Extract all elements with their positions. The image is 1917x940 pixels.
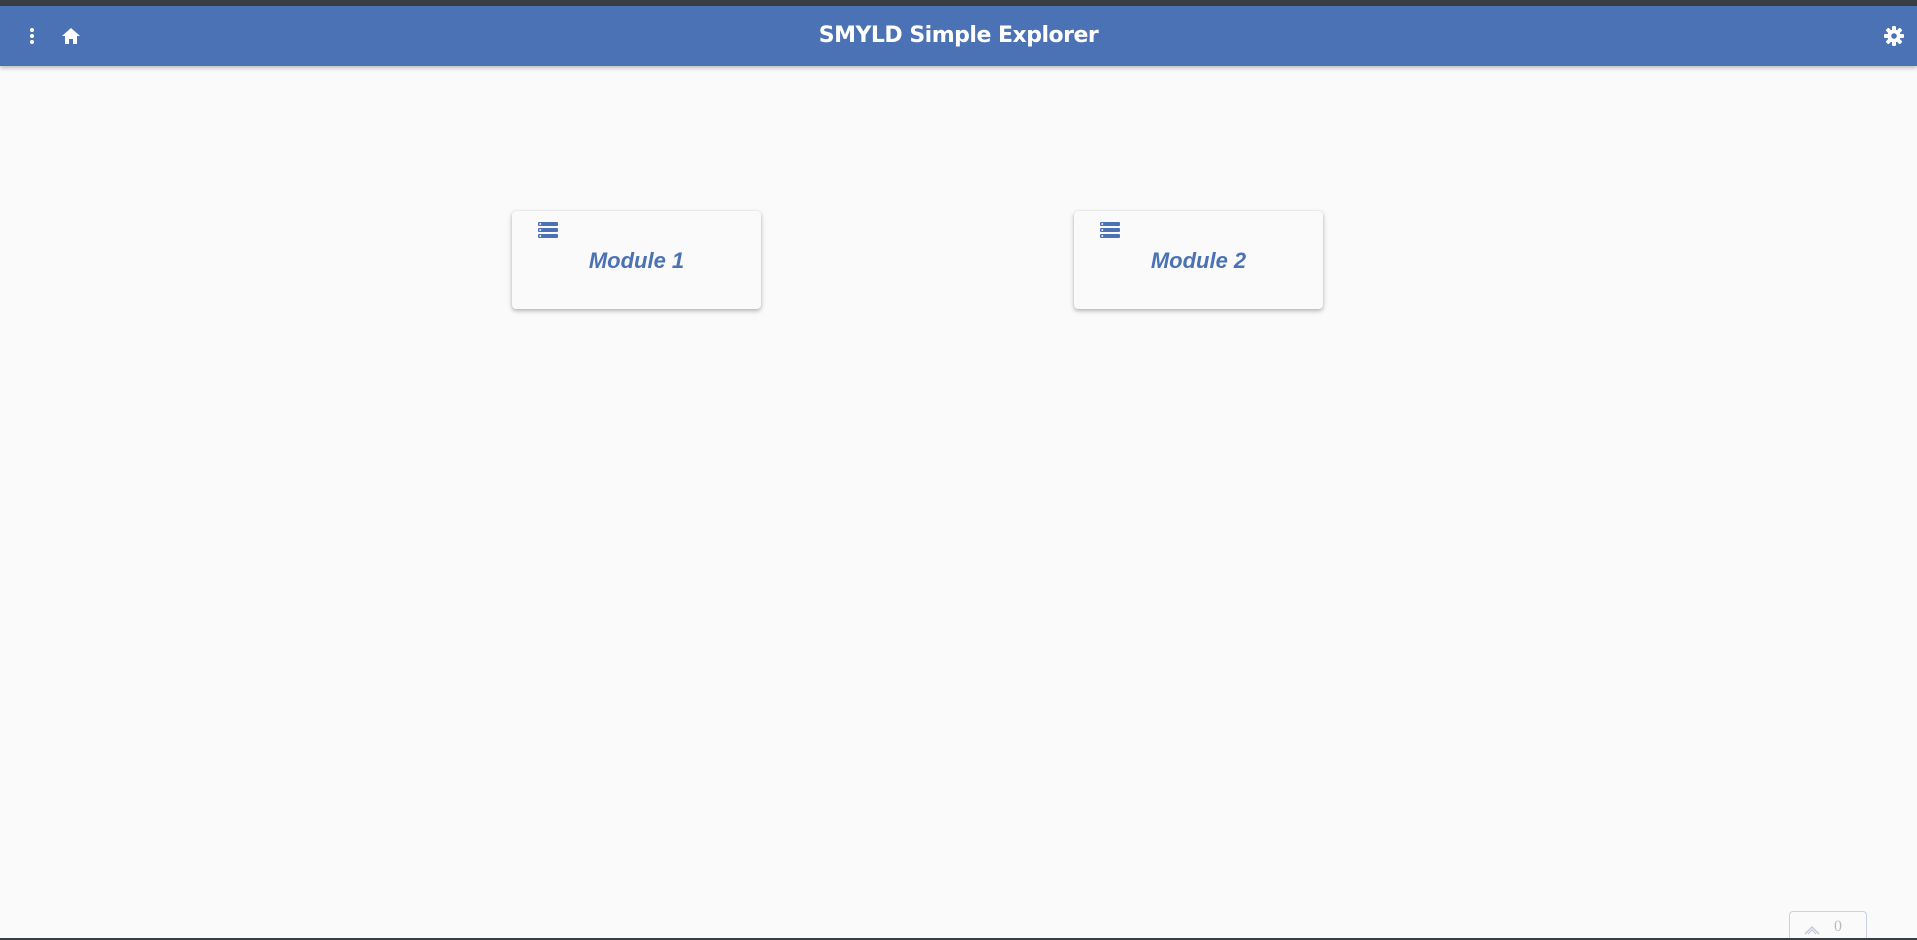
list-icon (538, 222, 558, 238)
app-header: SMYLD Simple Explorer (0, 6, 1917, 66)
settings-button[interactable] (1880, 22, 1908, 50)
module-card[interactable]: Module 2 (1074, 211, 1323, 309)
home-button[interactable] (57, 22, 85, 50)
scroll-count: 0 (1834, 918, 1842, 935)
module-label: Module 2 (1150, 248, 1247, 273)
scroll-top-widget[interactable]: 0 (1789, 911, 1867, 940)
chevron-up-icon (1804, 925, 1820, 935)
more-vert-icon (30, 28, 34, 44)
home-icon (62, 28, 80, 44)
module-card[interactable]: Module 1 (512, 211, 761, 309)
list-icon (1100, 222, 1120, 238)
page-title: SMYLD Simple Explorer (818, 23, 1099, 48)
gear-icon (1884, 26, 1904, 46)
more-menu-button[interactable] (18, 22, 46, 50)
module-label: Module 1 (588, 248, 685, 273)
